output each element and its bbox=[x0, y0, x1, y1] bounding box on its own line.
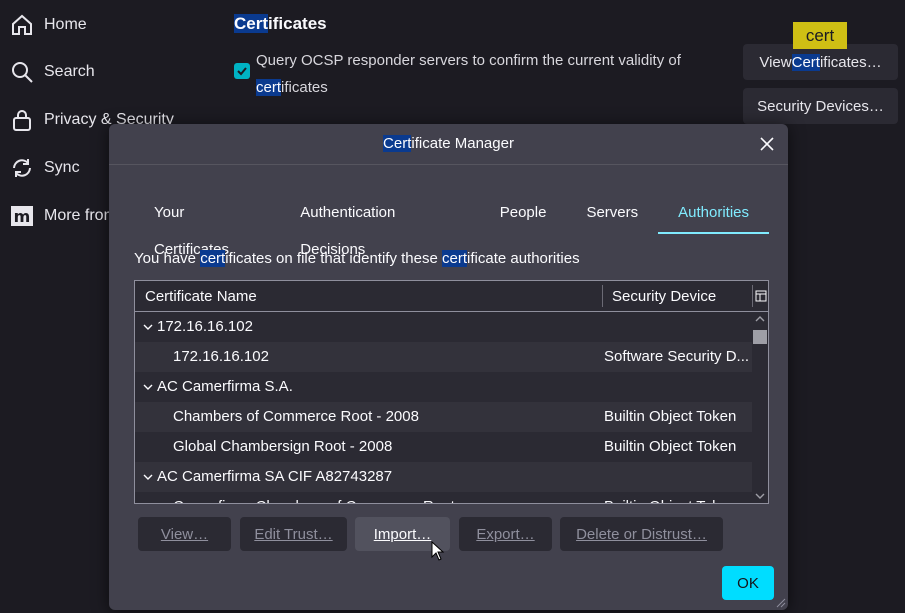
tree-row[interactable]: 172.16.16.102 Software Security D... bbox=[135, 342, 752, 372]
tab-your-certificates[interactable]: Your Certificates bbox=[134, 194, 280, 258]
tree-header: Certificate Name Security Device bbox=[135, 281, 768, 312]
tab-authorities[interactable]: Authorities bbox=[658, 194, 769, 234]
column-divider[interactable] bbox=[752, 285, 753, 307]
tree-row[interactable]: Chambers of Commerce Root - 2008 Builtin… bbox=[135, 402, 752, 432]
lock-icon bbox=[13, 110, 31, 131]
column-picker-icon[interactable] bbox=[755, 290, 767, 302]
sidebar-item-label: Search bbox=[44, 63, 95, 80]
scrollbar-thumb[interactable] bbox=[753, 330, 767, 344]
tree-row[interactable]: Global Chambersign Root - 2008 Builtin O… bbox=[135, 432, 752, 462]
export-button[interactable]: Export… bbox=[459, 517, 552, 551]
chevron-down-icon[interactable] bbox=[143, 323, 153, 331]
tree-row-group[interactable]: AC Camerfirma SA CIF A82743287 bbox=[135, 462, 752, 492]
ocsp-checkbox[interactable] bbox=[234, 63, 250, 79]
close-icon[interactable] bbox=[758, 135, 776, 153]
edit-trust-button[interactable]: Edit Trust… bbox=[240, 517, 347, 551]
sidebar-item-home[interactable]: Home bbox=[10, 10, 87, 40]
vertical-scrollbar[interactable] bbox=[752, 312, 768, 503]
delete-or-distrust-button[interactable]: Delete or Distrust… bbox=[560, 517, 723, 551]
search-icon bbox=[12, 62, 33, 83]
checkmark-icon bbox=[237, 67, 247, 76]
tab-bar: Your Certificates Authentication Decisio… bbox=[134, 194, 769, 258]
column-header-certificate-name[interactable]: Certificate Name bbox=[145, 288, 257, 305]
resize-grip-icon[interactable] bbox=[774, 596, 786, 608]
sidebar-item-label: Sync bbox=[44, 159, 80, 176]
sidebar-item-label: Home bbox=[44, 16, 87, 33]
ok-button[interactable]: OK bbox=[722, 566, 774, 600]
scroll-up-icon[interactable] bbox=[755, 315, 765, 323]
column-header-security-device[interactable]: Security Device bbox=[612, 288, 716, 305]
sidebar-item-more-from[interactable]: m More from bbox=[10, 201, 117, 231]
view-button[interactable]: View… bbox=[138, 517, 231, 551]
security-devices-button[interactable]: Security Devices… bbox=[743, 88, 898, 124]
column-divider[interactable] bbox=[602, 285, 603, 307]
tab-people[interactable]: People bbox=[480, 194, 567, 234]
dialog-title: Certificate Manager bbox=[383, 135, 514, 152]
chevron-down-icon[interactable] bbox=[143, 473, 153, 481]
authorities-description: You have certificates on file that ident… bbox=[134, 250, 580, 267]
title-divider bbox=[109, 164, 788, 165]
tab-servers[interactable]: Servers bbox=[566, 194, 658, 234]
mouse-cursor-icon bbox=[431, 541, 445, 561]
mozilla-icon: m bbox=[11, 206, 33, 226]
home-icon bbox=[12, 14, 32, 35]
tree-row[interactable]: Camerfirma Chambers of Commerce Root Bui… bbox=[135, 492, 752, 503]
certificate-tree[interactable]: Certificate Name Security Device 172.16.… bbox=[134, 280, 769, 504]
tree-row-group[interactable]: 172.16.16.102 bbox=[135, 312, 752, 342]
sync-icon bbox=[13, 159, 31, 177]
view-certificates-button[interactable]: View Cert ificates… bbox=[743, 44, 898, 80]
certificates-section-title: Certificates bbox=[234, 14, 327, 33]
chevron-down-icon[interactable] bbox=[143, 383, 153, 391]
find-highlight-tooltip: cert bbox=[793, 22, 847, 49]
tab-authentication-decisions[interactable]: Authentication Decisions bbox=[280, 194, 479, 258]
certificate-manager-dialog: Certificate Manager Your Certificates Au… bbox=[109, 124, 788, 610]
sidebar-item-sync[interactable]: Sync bbox=[10, 153, 80, 183]
tree-rows: 172.16.16.102 172.16.16.102 Software Sec… bbox=[135, 312, 752, 503]
scroll-down-icon[interactable] bbox=[755, 492, 765, 500]
sidebar-item-label: More from bbox=[44, 207, 117, 224]
ocsp-checkbox-label: Query OCSP responder servers to confirm … bbox=[256, 52, 681, 96]
svg-text:m: m bbox=[14, 207, 31, 226]
sidebar-item-search[interactable]: Search bbox=[10, 57, 95, 87]
tree-row-group[interactable]: AC Camerfirma S.A. bbox=[135, 372, 752, 402]
